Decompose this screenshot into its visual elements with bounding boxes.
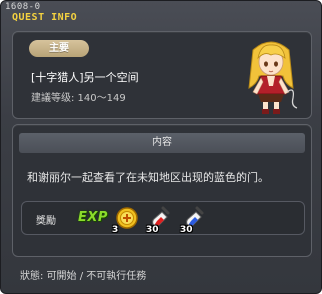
quest-detail-panel: 内容 和谢丽尔一起查看了在未知地区出现的蓝色的门。 獎勵 EXP 3 30 30 xyxy=(12,124,312,257)
content-section-header: 内容 xyxy=(19,133,305,153)
quest-info-window: 1608-0 QUEST INFO 主要 [十字猎人]另一个空间 建議等级: 1… xyxy=(0,0,322,294)
reward-item[interactable]: 30 xyxy=(180,205,208,235)
recommended-level: 建議等级: 140～149 xyxy=(31,93,126,104)
window-header[interactable]: 1608-0 QUEST INFO xyxy=(1,1,321,27)
quest-name: [十字猎人]另一个空间 xyxy=(31,71,139,84)
reward-item[interactable]: 30 xyxy=(146,205,174,235)
quest-type-badge: 主要 xyxy=(29,40,89,57)
reward-quantity: 30 xyxy=(146,225,159,235)
quest-code: 1608-0 xyxy=(5,2,41,12)
window-title: QUEST INFO xyxy=(12,12,78,23)
rewards-box: 獎勵 EXP 3 30 30 xyxy=(21,201,305,235)
reward-quantity: 3 xyxy=(112,225,119,235)
quest-description: 和谢丽尔一起查看了在未知地区出现的蓝色的门。 xyxy=(27,171,269,184)
quest-status: 狀態: 可開始 / 不可執行任務 xyxy=(20,271,147,282)
exp-reward-icon: EXP xyxy=(78,210,108,225)
npc-portrait-icon xyxy=(248,41,298,114)
reward-item[interactable]: 3 xyxy=(112,205,140,235)
rewards-label: 獎勵 xyxy=(36,216,56,227)
reward-quantity: 30 xyxy=(180,225,193,235)
quest-summary-panel: 主要 [十字猎人]另一个空间 建議等级: 140～149 xyxy=(12,31,312,119)
